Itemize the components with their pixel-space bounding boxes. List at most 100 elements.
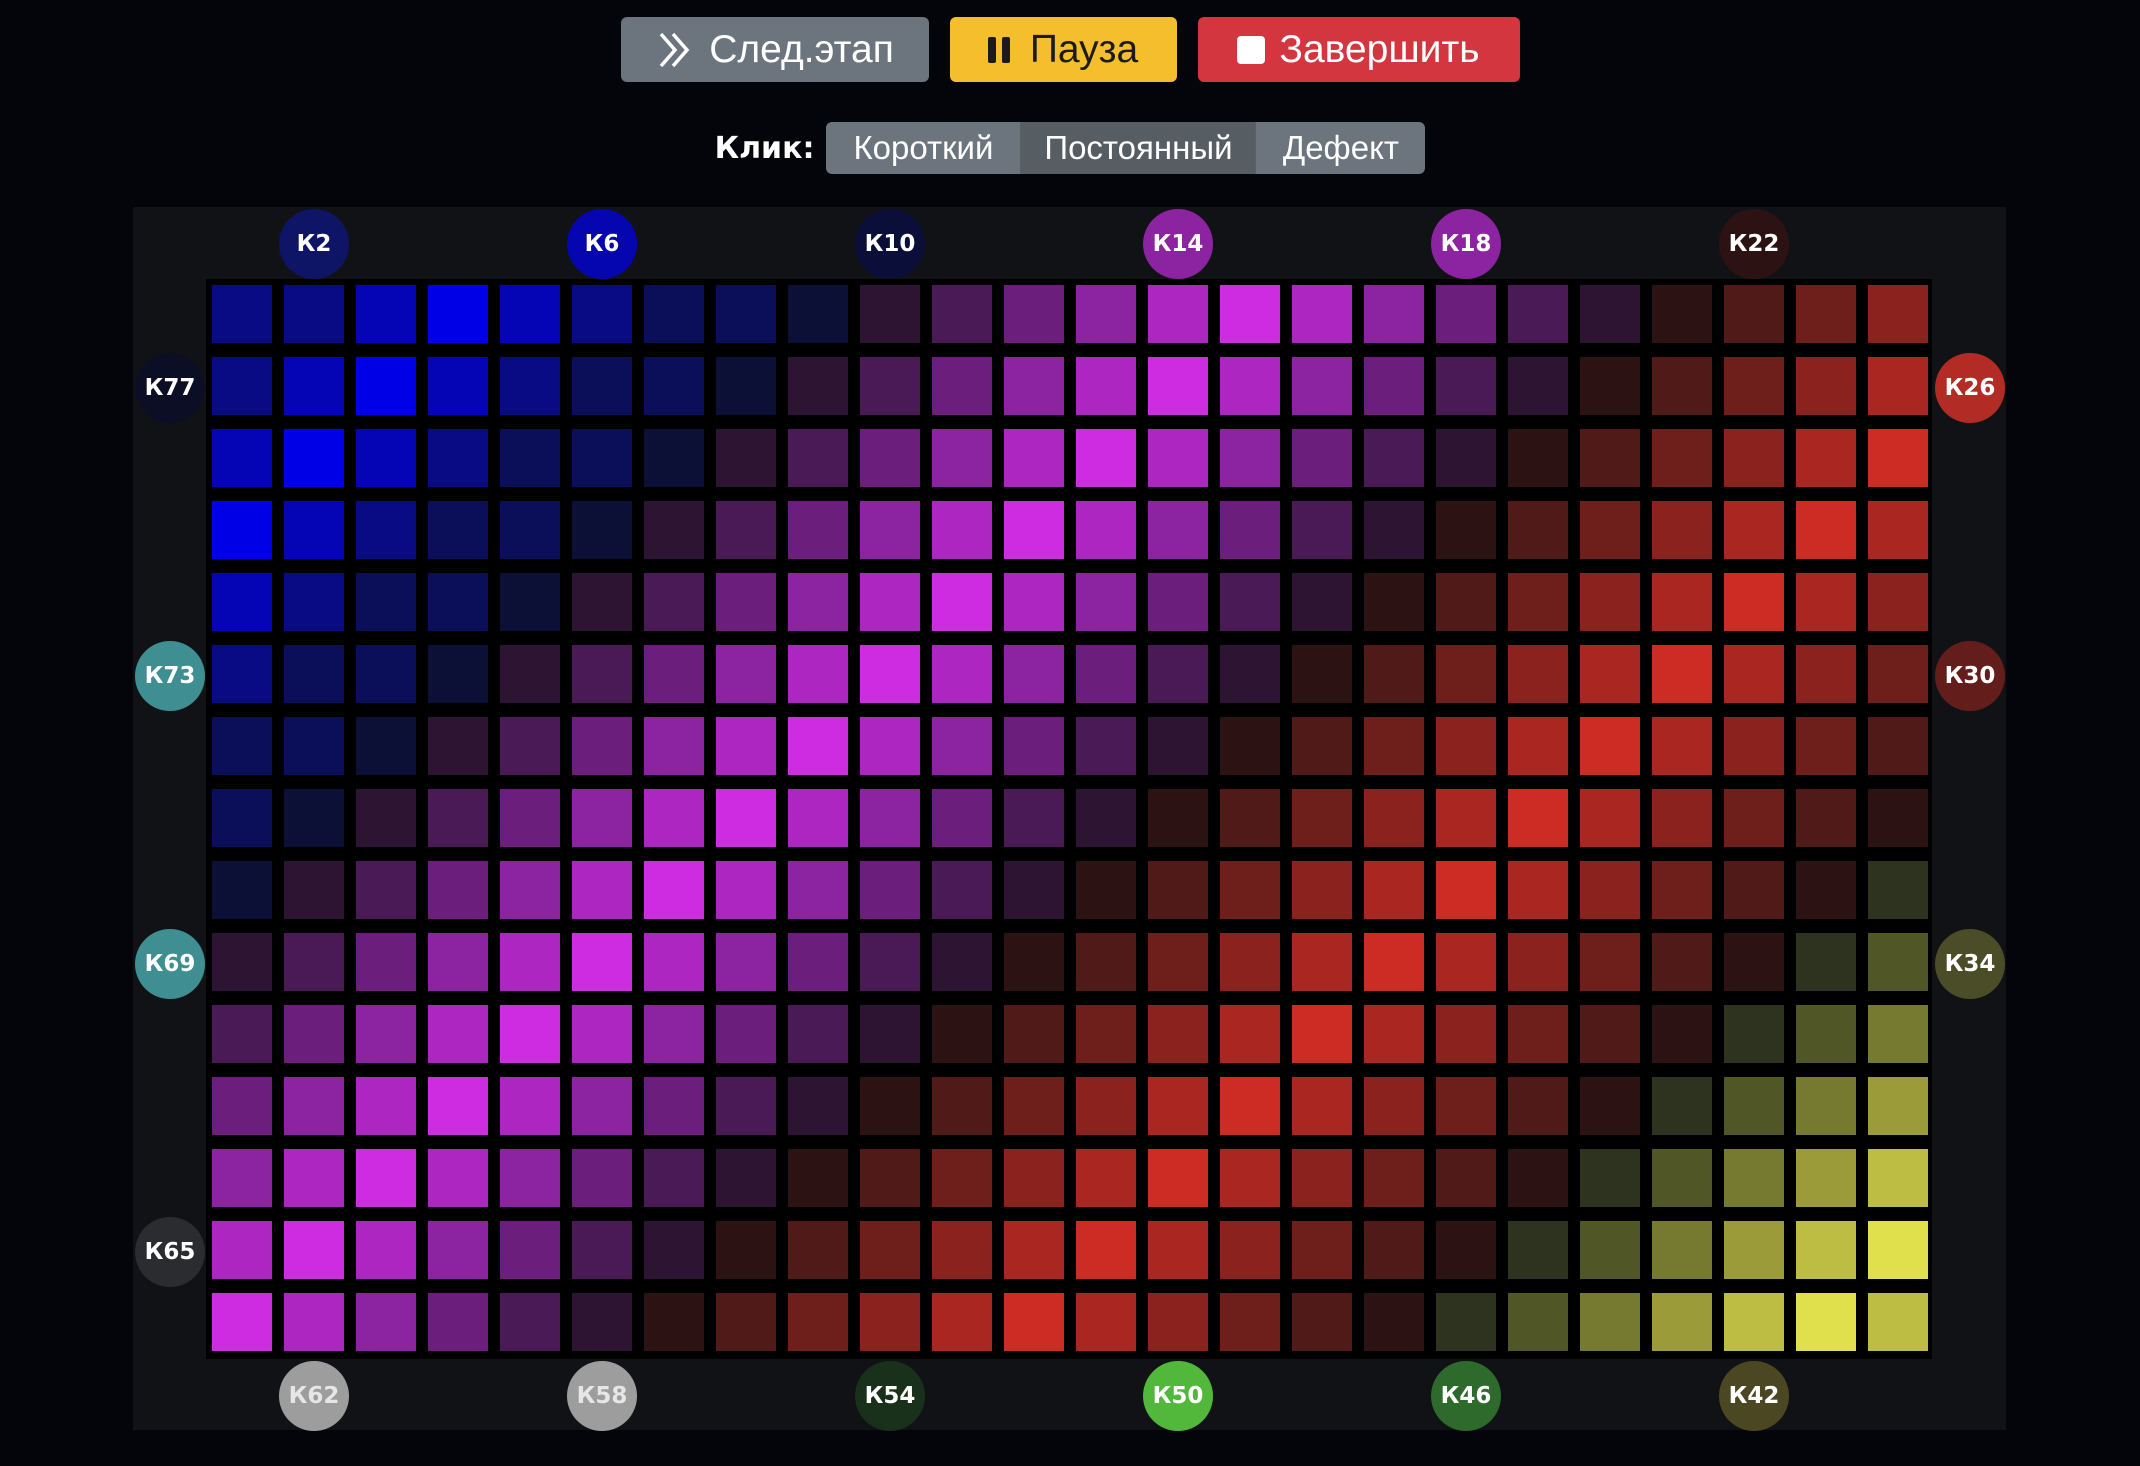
grid-cell[interactable] [1148,501,1208,559]
grid-cell[interactable] [860,573,920,631]
grid-cell[interactable] [1148,1149,1208,1207]
grid-cell[interactable] [1508,1149,1568,1207]
grid-cell[interactable] [1292,789,1352,847]
grid-cell[interactable] [1724,933,1784,991]
grid-cell[interactable] [1580,429,1640,487]
grid-cell[interactable] [932,861,992,919]
grid-cell[interactable] [1220,357,1280,415]
grid-cell[interactable] [644,861,704,919]
grid-cell[interactable] [212,429,272,487]
grid-cell[interactable] [1580,717,1640,775]
grid-cell[interactable] [572,357,632,415]
grid-cell[interactable] [1076,573,1136,631]
grid-cell[interactable] [1364,1221,1424,1279]
grid-cell[interactable] [1508,789,1568,847]
grid-cell[interactable] [644,1221,704,1279]
grid-cell[interactable] [716,1221,776,1279]
grid-cell[interactable] [1580,1149,1640,1207]
grid-cell[interactable] [1508,429,1568,487]
grid-cell[interactable] [1796,1221,1856,1279]
grid-cell[interactable] [356,1149,416,1207]
grid-cell[interactable] [1796,717,1856,775]
grid-cell[interactable] [428,573,488,631]
grid-cell[interactable] [284,1221,344,1279]
grid-cell[interactable] [1436,717,1496,775]
grid-cell[interactable] [1076,1221,1136,1279]
channel-badge-right[interactable]: К26 [1935,353,2005,423]
grid-cell[interactable] [356,861,416,919]
grid-cell[interactable] [932,717,992,775]
grid-cell[interactable] [716,501,776,559]
grid-cell[interactable] [1724,357,1784,415]
grid-cell[interactable] [1292,501,1352,559]
grid-cell[interactable] [644,501,704,559]
grid-cell[interactable] [1796,789,1856,847]
grid-cell[interactable] [860,1149,920,1207]
grid-cell[interactable] [212,285,272,343]
grid-cell[interactable] [1292,1293,1352,1351]
grid-cell[interactable] [1004,285,1064,343]
grid-cell[interactable] [1148,861,1208,919]
grid-cell[interactable] [1364,717,1424,775]
grid-cell[interactable] [644,717,704,775]
channel-badge-top[interactable]: К2 [279,209,349,279]
grid-cell[interactable] [1436,1293,1496,1351]
grid-cell[interactable] [1724,573,1784,631]
grid-cell[interactable] [1436,1005,1496,1063]
grid-cell[interactable] [1076,357,1136,415]
channel-badge-top[interactable]: К14 [1143,209,1213,279]
next-stage-button[interactable]: След.этап [620,17,929,82]
grid-cell[interactable] [500,717,560,775]
grid-cell[interactable] [788,1077,848,1135]
grid-cell[interactable] [932,1293,992,1351]
grid-cell[interactable] [1220,1005,1280,1063]
grid-cell[interactable] [1364,573,1424,631]
grid-cell[interactable] [1652,717,1712,775]
grid-cell[interactable] [212,1221,272,1279]
grid-cell[interactable] [1868,501,1928,559]
grid-cell[interactable] [1436,861,1496,919]
grid-cell[interactable] [1652,1005,1712,1063]
grid-cell[interactable] [1292,285,1352,343]
grid-cell[interactable] [572,1005,632,1063]
grid-cell[interactable] [1076,1005,1136,1063]
grid-cell[interactable] [1724,501,1784,559]
grid-cell[interactable] [1076,429,1136,487]
grid-cell[interactable] [1508,1077,1568,1135]
grid-cell[interactable] [428,285,488,343]
grid-cell[interactable] [788,717,848,775]
grid-cell[interactable] [1220,1077,1280,1135]
grid-cell[interactable] [1868,861,1928,919]
grid-cell[interactable] [428,1149,488,1207]
grid-cell[interactable] [212,789,272,847]
grid-cell[interactable] [428,357,488,415]
grid-cell[interactable] [1724,861,1784,919]
grid-cell[interactable] [1508,645,1568,703]
grid-cell[interactable] [1148,357,1208,415]
grid-cell[interactable] [1652,1221,1712,1279]
grid-cell[interactable] [1436,429,1496,487]
grid-cell[interactable] [644,933,704,991]
grid-cell[interactable] [1004,1221,1064,1279]
grid-cell[interactable] [1724,645,1784,703]
grid-cell[interactable] [1148,573,1208,631]
grid-cell[interactable] [1868,717,1928,775]
grid-cell[interactable] [1868,285,1928,343]
grid-cell[interactable] [1148,1077,1208,1135]
grid-cell[interactable] [860,717,920,775]
grid-cell[interactable] [500,501,560,559]
grid-cell[interactable] [500,1077,560,1135]
grid-cell[interactable] [1292,933,1352,991]
grid-cell[interactable] [932,645,992,703]
grid-cell[interactable] [1148,429,1208,487]
grid-cell[interactable] [1580,645,1640,703]
grid-cell[interactable] [788,429,848,487]
grid-cell[interactable] [428,717,488,775]
grid-cell[interactable] [1580,285,1640,343]
grid-cell[interactable] [1364,1149,1424,1207]
grid-cell[interactable] [1220,717,1280,775]
grid-cell[interactable] [860,1077,920,1135]
grid-cell[interactable] [1364,285,1424,343]
grid-cell[interactable] [644,789,704,847]
grid-cell[interactable] [1148,1005,1208,1063]
